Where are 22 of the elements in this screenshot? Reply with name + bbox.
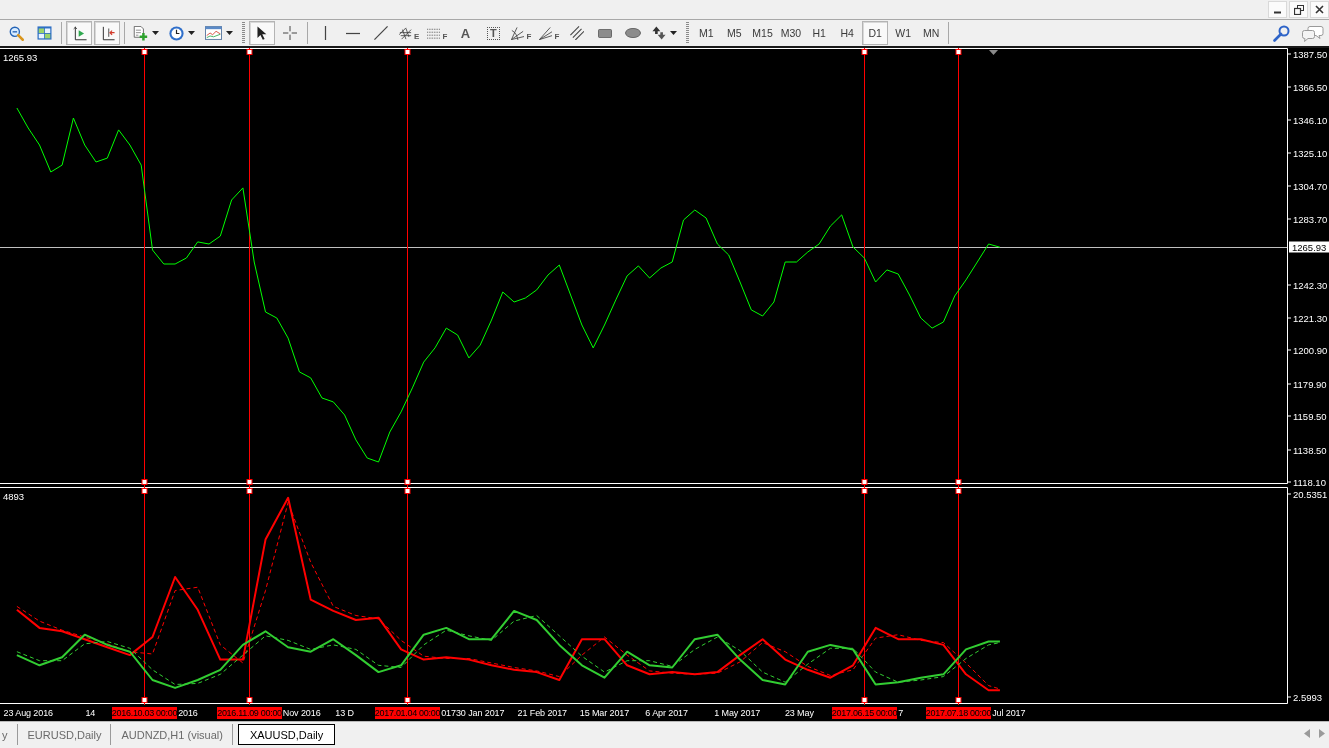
- axis-label: 13 D: [335, 707, 354, 719]
- axis-label: 21 Feb 2017: [517, 707, 568, 719]
- axis-label: 23 May: [784, 707, 814, 719]
- axis-label: 2016: [178, 707, 198, 719]
- line-date-label: 2017.01.04 00:00: [374, 707, 441, 719]
- value-readout: 1265.93: [3, 52, 38, 63]
- axis-label: Nov 2016: [282, 707, 321, 719]
- current-price-label: 1265.93: [1289, 241, 1329, 253]
- line-date-label: 2017.07.18 00:00: [925, 707, 992, 719]
- line-date-label: 2016.11.09 00:00: [217, 707, 282, 719]
- axis-label: 30 Jan 2017: [455, 707, 505, 719]
- axis-label: 6 Apr 2017: [645, 707, 688, 719]
- line-date-label: 2017.06.15 00:00: [831, 707, 898, 719]
- axis-label: 15 Mar 2017: [579, 707, 630, 719]
- axis-label: 7: [898, 707, 904, 719]
- axis-label: 23 Aug 2016: [3, 707, 53, 719]
- value-readout: 4893: [3, 491, 25, 502]
- line-date-label: 2016.10.03 00:00: [111, 707, 178, 719]
- axis-label: 017: [441, 707, 456, 719]
- axis-label: 14: [85, 707, 96, 719]
- axis-label: Jul 2017: [992, 707, 1026, 719]
- axis-label: 1 May 2017: [714, 707, 761, 719]
